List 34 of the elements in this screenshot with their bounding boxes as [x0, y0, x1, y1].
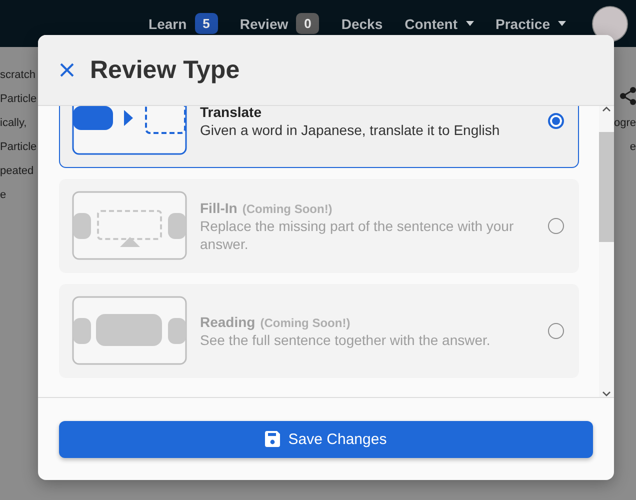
coming-soon-note: (Coming Soon!)	[260, 316, 350, 330]
nav-link[interactable]: Decks	[341, 16, 383, 32]
option-title: Reading	[200, 314, 256, 330]
nav-link[interactable]: Learn 5	[148, 13, 218, 34]
count-badge: 5	[194, 13, 218, 34]
caret-icon	[558, 21, 566, 26]
background-text: peated	[0, 165, 35, 177]
caret-icon	[466, 21, 474, 26]
background-text: ogre	[614, 117, 636, 129]
scroll-down-icon[interactable]	[602, 391, 611, 397]
scrollbar[interactable]	[599, 106, 614, 397]
avatar[interactable]	[592, 6, 628, 42]
share-icon	[620, 87, 636, 105]
nav-link[interactable]: Review 0	[240, 13, 320, 34]
option-description: See the full sentence together with the answer.	[200, 330, 492, 348]
background-text: e	[0, 189, 8, 201]
review-type-option[interactable]: Translate Given a word in Japanese, translate it to English	[59, 106, 579, 168]
dialog-title: Review Type	[90, 56, 240, 84]
background-text: e	[630, 141, 636, 153]
option-description: Given a word in Japanese, translate it to English	[200, 120, 501, 138]
count-badge: 0	[296, 13, 320, 34]
scroll-up-icon[interactable]	[602, 106, 611, 112]
option-title: Translate	[200, 106, 262, 120]
radio-button[interactable]	[548, 113, 564, 129]
background-text: scratch	[0, 69, 36, 81]
background-text: ically,	[0, 117, 28, 129]
nav-link[interactable]: Content	[404, 16, 474, 32]
background-text: Particle	[0, 141, 38, 153]
coming-soon-note: (Coming Soon!)	[242, 202, 332, 216]
option-title: Fill-In	[200, 200, 238, 216]
background-text: Particle	[0, 93, 38, 105]
save-button[interactable]: Save Changes	[59, 420, 593, 458]
option-description: Replace the missing part of the sentence with your answer.	[200, 216, 515, 252]
nav-link[interactable]: Practice	[496, 16, 566, 32]
